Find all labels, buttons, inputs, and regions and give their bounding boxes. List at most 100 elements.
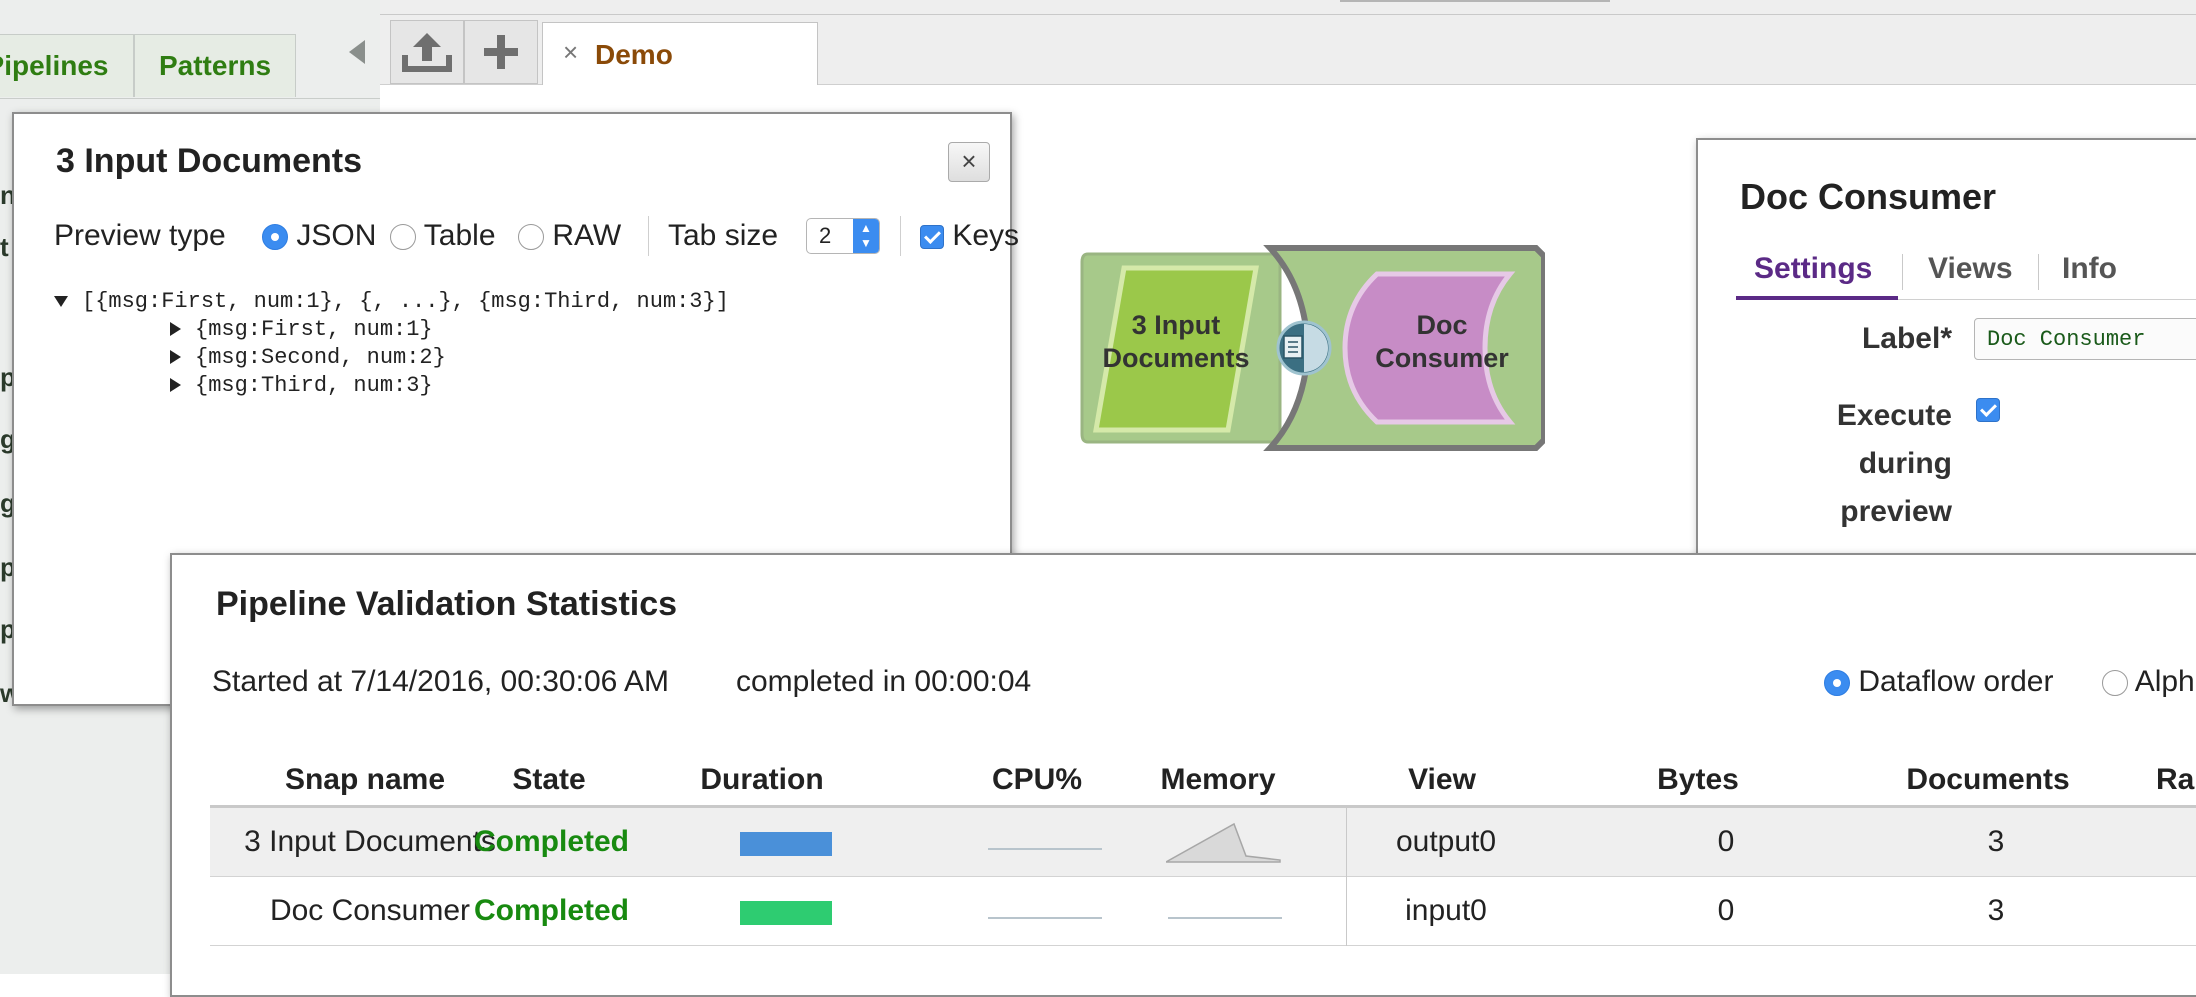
cell-bytes: 0 (1717, 894, 1735, 927)
tree-child-row[interactable]: {msg:Third, num:3} (170, 372, 433, 400)
memory-sparkline (1166, 822, 1281, 863)
radio-json[interactable] (262, 224, 288, 251)
caption-line: preview (1840, 495, 1952, 528)
radio-json-label: JSON (296, 219, 377, 252)
keys-label: Keys (952, 219, 1020, 252)
label-field-caption: Label* (1861, 322, 1952, 355)
expand-triangle-icon[interactable] (170, 322, 181, 337)
column-header-snap-name[interactable]: Snap name (260, 763, 470, 797)
snap-label-line1: Doc (1416, 310, 1467, 340)
snap-settings-panel: Doc Consumer Settings Views Info Label* … (1696, 138, 2196, 602)
column-header-bytes[interactable]: Bytes (1628, 763, 1768, 797)
table-row[interactable]: 3 Input Documents Completed output0 0 3 (210, 808, 2196, 877)
execute-during-preview-checkbox[interactable] (1976, 398, 2000, 422)
tab-views[interactable]: Views (1928, 252, 2013, 286)
radio-table[interactable] (390, 224, 416, 251)
preview-type-label: Preview type (54, 219, 226, 252)
sidebar-fragment: t (0, 232, 9, 262)
collapse-triangle-icon[interactable] (54, 295, 68, 307)
caption-line: Execute (1836, 399, 1952, 432)
preview-type-raw-option[interactable]: RAW (518, 214, 621, 258)
keys-toggle[interactable]: Keys (920, 214, 1019, 258)
upload-button[interactable] (390, 20, 464, 84)
stats-title: Pipeline Validation Statistics (216, 585, 678, 623)
stats-completed-in: completed in 00:00:04 (736, 665, 1032, 698)
caption-line: during (1858, 447, 1952, 480)
tab-info[interactable]: Info (2062, 252, 2117, 286)
preview-data-icon[interactable] (1276, 320, 1332, 376)
stats-started-at: Started at 7/14/2016, 00:30:06 AM (212, 665, 670, 698)
top-tab-bar: × Demo (380, 0, 2196, 86)
column-header-rate[interactable]: Ra (2156, 763, 2196, 797)
label-input[interactable]: Doc Consumer (1974, 318, 2196, 360)
cell-view: output0 (1395, 825, 1497, 858)
tab-demo-label: Demo (595, 39, 673, 70)
expand-triangle-icon[interactable] (170, 350, 181, 365)
order-dataflow-option[interactable]: Dataflow order (1824, 665, 2053, 699)
close-icon[interactable]: × (948, 142, 990, 182)
column-header-state[interactable]: State (474, 763, 624, 797)
close-tab-icon[interactable]: × (563, 37, 578, 68)
preview-type-table-option[interactable]: Table (390, 214, 496, 258)
radio-alphabetical-order-label: Alph (2134, 665, 2195, 698)
snap-label-line1: 3 Input (1132, 310, 1221, 340)
tab-size-stepper[interactable]: 2 ▲ ▼ (806, 218, 880, 254)
tree-child-text: {msg:Third, num:3} (195, 373, 433, 398)
cell-state: Completed (474, 825, 630, 858)
radio-alphabetical-order[interactable] (2102, 670, 2128, 697)
cpu-sparkline (988, 917, 1102, 919)
duration-bar (740, 832, 832, 856)
snap-label-line2: Documents (1102, 343, 1249, 373)
column-header-cpu[interactable]: CPU% (982, 763, 1092, 797)
cell-bytes: 0 (1717, 825, 1735, 858)
pipeline-diagram: 3 Input Documents Doc Consumer (1080, 244, 1547, 452)
column-header-documents[interactable]: Documents (1888, 763, 2088, 797)
cell-view: input0 (1405, 894, 1487, 927)
order-alphabetical-option[interactable]: Alph (2102, 665, 2195, 699)
settings-title: Doc Consumer (1740, 176, 1997, 217)
column-header-memory[interactable]: Memory (1138, 763, 1298, 797)
chevron-left-icon (349, 40, 365, 64)
tab-settings[interactable]: Settings (1754, 252, 1872, 286)
upload-icon (402, 33, 452, 72)
tab-size-label: Tab size (668, 219, 779, 252)
tab-patterns[interactable]: Patterns (134, 34, 296, 97)
radio-dataflow-order[interactable] (1824, 670, 1850, 697)
radio-dataflow-order-label: Dataflow order (1858, 665, 2054, 698)
tree-child-text: {msg:First, num:1} (195, 317, 433, 342)
keys-checkbox[interactable] (920, 225, 944, 250)
execute-during-preview-caption: Execute during preview (1698, 392, 1952, 536)
preview-dialog-title: 3 Input Documents (56, 142, 363, 180)
sidebar-tab-bar: Pipelines Patterns (0, 0, 380, 99)
cell-documents: 3 (1987, 825, 2005, 858)
duration-bar (740, 901, 832, 925)
radio-table-label: Table (423, 219, 496, 252)
cpu-sparkline (988, 848, 1102, 850)
cell-documents: 3 (1987, 894, 2005, 927)
radio-raw-label: RAW (552, 219, 622, 252)
tree-root-row[interactable]: [{msg:First, num:1}, {, ...}, {msg:Third… (54, 288, 729, 316)
memory-sparkline (1168, 917, 1282, 919)
active-tab-indicator (1736, 296, 1898, 300)
add-button[interactable] (464, 20, 538, 84)
table-row[interactable]: Doc Consumer Completed input0 0 3 (210, 877, 2196, 946)
column-header-duration[interactable]: Duration (672, 763, 852, 797)
collapse-sidebar-button[interactable] (343, 32, 373, 72)
tab-size-value: 2 (819, 223, 832, 248)
column-header-view[interactable]: View (1382, 763, 1502, 797)
radio-raw[interactable] (518, 224, 544, 251)
stepper-arrows-icon[interactable]: ▲ ▼ (853, 219, 879, 253)
tree-child-text: {msg:Second, num:2} (195, 345, 446, 370)
tab-pipelines-label: Pipelines (0, 50, 109, 81)
tree-child-row[interactable]: {msg:First, num:1} (170, 316, 433, 344)
expand-triangle-icon[interactable] (170, 378, 181, 393)
tree-root-text: [{msg:First, num:1}, {, ...}, {msg:Third… (82, 289, 729, 314)
tab-demo[interactable]: × Demo (542, 22, 818, 86)
tab-patterns-label: Patterns (158, 50, 272, 81)
cell-state: Completed (474, 894, 630, 927)
preview-type-json-option[interactable]: JSON (262, 214, 376, 258)
tree-child-row[interactable]: {msg:Second, num:2} (170, 344, 446, 372)
snap-3-input-documents[interactable]: 3 Input Documents (1080, 252, 1282, 444)
snap-label-line2: Consumer (1375, 343, 1509, 373)
tab-pipelines[interactable]: Pipelines (0, 34, 134, 97)
